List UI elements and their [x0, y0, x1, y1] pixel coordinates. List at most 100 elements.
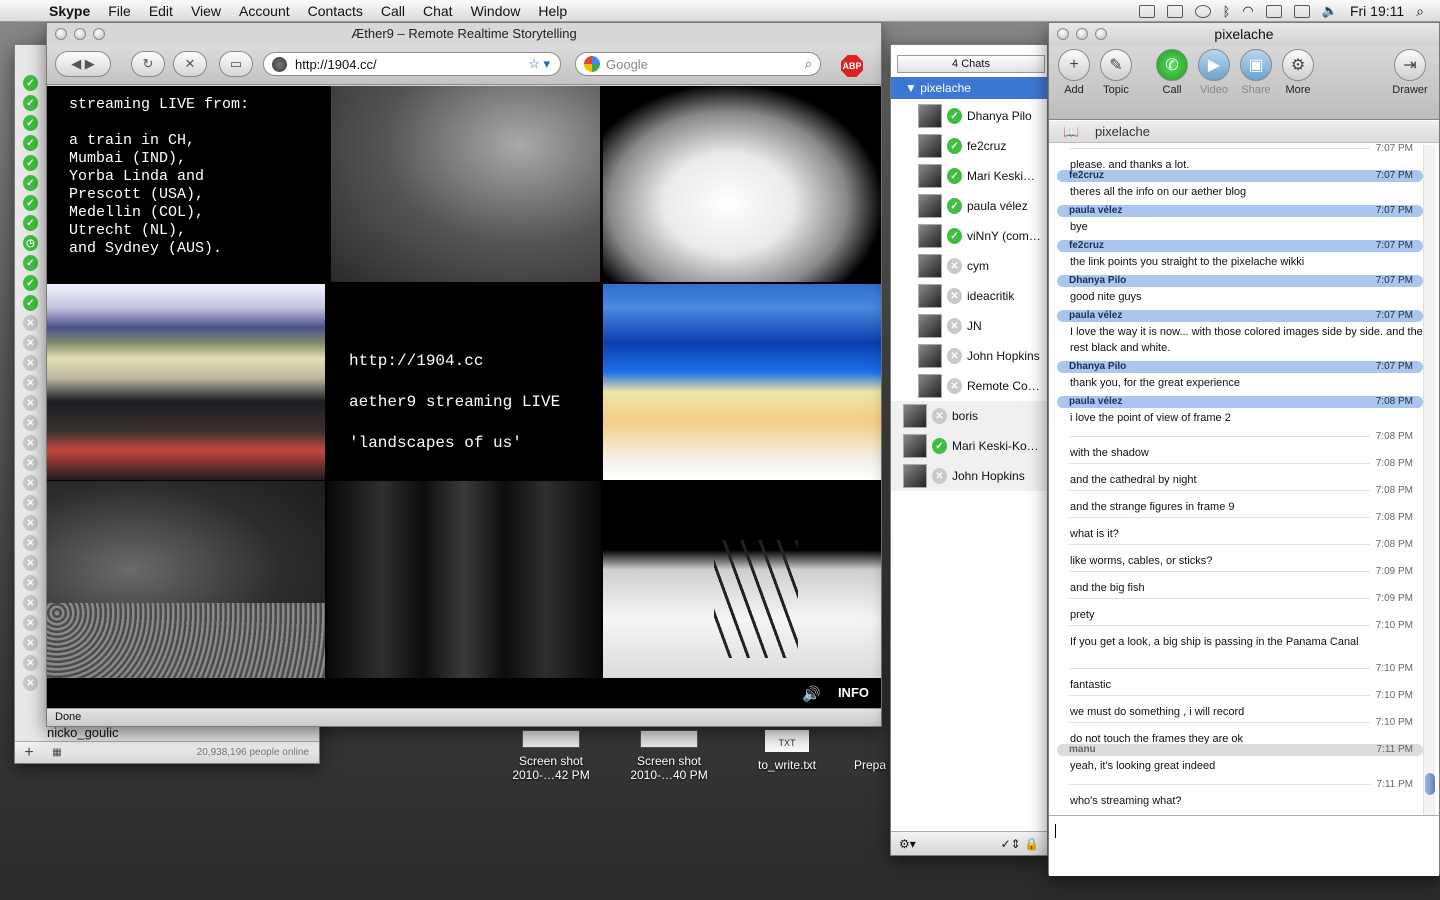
offline-status-icon[interactable]: ✕	[23, 475, 38, 491]
topic-button[interactable]: ✎ Topic	[1093, 49, 1139, 96]
offline-status-icon[interactable]: ✕	[23, 435, 38, 451]
chat-member-row[interactable]: ✓ fe2cruz	[891, 131, 1047, 161]
online-status-icon[interactable]: ✓	[23, 195, 38, 211]
online-status-icon[interactable]: ✓	[23, 95, 38, 111]
message-input[interactable]	[1049, 815, 1439, 876]
desktop-file-screenshot-2[interactable]: Screen shot 2010-…40 PM	[617, 730, 721, 782]
message-scrollbar[interactable]	[1423, 145, 1435, 815]
offline-status-icon[interactable]: ✕	[23, 595, 38, 611]
offline-status-icon[interactable]: ✕	[23, 315, 38, 331]
menu-window[interactable]: Window	[462, 3, 530, 19]
volume-icon[interactable]: 🔈	[1322, 3, 1338, 19]
speaker-icon[interactable]: 🔊	[802, 685, 821, 703]
menu-contacts[interactable]: Contacts	[299, 3, 372, 19]
chat-conversation-row[interactable]: ✕ John Hopkins	[891, 461, 1047, 491]
dialpad-icon[interactable]: ▦	[43, 747, 71, 758]
chat-member-row[interactable]: ✓ viNnY (com…	[891, 221, 1047, 251]
bluetooth-icon[interactable]: ᛒ	[1223, 4, 1231, 19]
offline-status-icon[interactable]: ✕	[23, 495, 38, 511]
bookmark-star-icon[interactable]: ☆ ▾	[528, 56, 550, 72]
adblock-icon[interactable]: ABP	[841, 55, 863, 77]
online-status-icon[interactable]: ✓	[23, 155, 38, 171]
gear-icon[interactable]: ⚙▾	[899, 837, 916, 851]
url-bar[interactable]: http://1904.cc/ ☆ ▾	[263, 52, 561, 76]
chat-member-row[interactable]: ✓ Mari Keski…	[891, 161, 1047, 191]
menu-view[interactable]: View	[182, 3, 230, 19]
online-status-icon[interactable]: ✓	[23, 135, 38, 151]
offline-status-icon[interactable]: ✕	[23, 655, 38, 671]
menu-edit[interactable]: Edit	[140, 3, 182, 19]
menu-app[interactable]: Skype	[40, 3, 99, 19]
online-status-icon[interactable]: ✓	[23, 255, 38, 271]
search-field[interactable]: Google ⌕	[575, 52, 821, 76]
status-menu-icon[interactable]: ✓⇕ 🔒	[1001, 837, 1039, 851]
online-status-icon[interactable]: ✓	[23, 75, 38, 91]
chat-conversation-row[interactable]: ✓ Mari Keski-Ko…	[891, 431, 1047, 461]
chat-conversation-row[interactable]: ✕ boris	[891, 401, 1047, 431]
offline-status-icon[interactable]: ✕	[23, 635, 38, 651]
search-icon[interactable]: ⌕	[805, 56, 812, 72]
minimize-button[interactable]	[1076, 28, 1088, 40]
offline-status-icon[interactable]: ✕	[23, 395, 38, 411]
menu-call[interactable]: Call	[372, 3, 414, 19]
message-author[interactable]: fe2cruz	[1069, 240, 1104, 252]
chat-group-pixelache[interactable]: ▼ pixelache	[891, 77, 1047, 99]
home-button[interactable]: ▭	[219, 51, 253, 77]
call-button[interactable]: ✆ Call	[1149, 49, 1195, 96]
offline-status-icon[interactable]: ✕	[23, 675, 38, 691]
chat-member-row[interactable]: ✓ Dhanya Pilo	[891, 101, 1047, 131]
keyboard-icon[interactable]	[1265, 4, 1282, 18]
contact-name[interactable]: nicko_goulic	[47, 725, 119, 740]
display-icon[interactable]	[1166, 4, 1183, 18]
offline-status-icon[interactable]: ✕	[23, 535, 38, 551]
offline-status-icon[interactable]: ✕	[23, 355, 38, 371]
message-author[interactable]: Dhanya Pilo	[1069, 361, 1126, 373]
menu-account[interactable]: Account	[230, 3, 299, 19]
chat-member-row[interactable]: ✓ paula vélez	[891, 191, 1047, 221]
offline-status-icon[interactable]: ✕	[23, 575, 38, 591]
menu-help[interactable]: Help	[529, 3, 576, 19]
offline-status-icon[interactable]: ✕	[23, 455, 38, 471]
online-status-icon[interactable]: ✓	[23, 175, 38, 191]
chat-member-row[interactable]: ✕ Remote Co…	[891, 371, 1047, 401]
drawer-button[interactable]: ⇥ Drawer	[1387, 49, 1433, 96]
message-author[interactable]: paula vélez	[1069, 310, 1122, 322]
desktop-file-screenshot-1[interactable]: Screen shot 2010-…42 PM	[499, 730, 603, 782]
offline-status-icon[interactable]: ✕	[23, 335, 38, 351]
battery-icon[interactable]	[1293, 4, 1310, 18]
offline-status-icon[interactable]: ✕	[23, 515, 38, 531]
message-author[interactable]: paula vélez	[1069, 205, 1122, 217]
chats-dropdown[interactable]: 4 Chats	[897, 55, 1045, 73]
message-author[interactable]: Dhanya Pilo	[1069, 275, 1126, 287]
chat-member-row[interactable]: ✕ John Hopkins	[891, 341, 1047, 371]
more-button[interactable]: ⚙ More	[1275, 49, 1321, 96]
chat-member-row[interactable]: ✕ ideacritik	[891, 281, 1047, 311]
site-link-text[interactable]: http://1904.cc	[349, 341, 560, 382]
message-author[interactable]: paula vélez	[1069, 396, 1122, 408]
message-author[interactable]: fe2cruz	[1069, 170, 1104, 182]
online-status-icon[interactable]: ✓	[23, 215, 38, 231]
offline-status-icon[interactable]: ✕	[23, 415, 38, 431]
chat-member-row[interactable]: ✕ cym	[891, 251, 1047, 281]
offline-status-icon[interactable]: ✕	[23, 375, 38, 391]
desktop-file-prepa[interactable]: Prepa	[854, 758, 888, 772]
info-button[interactable]: INFO	[838, 685, 869, 700]
away-status-icon[interactable]: ◷	[23, 235, 38, 251]
menu-clock[interactable]: Fri 19:11	[1350, 3, 1404, 19]
stop-button[interactable]: ✕	[173, 51, 207, 77]
spaces-icon[interactable]	[1138, 4, 1155, 18]
menu-chat[interactable]: Chat	[414, 3, 462, 19]
back-forward-buttons[interactable]: ◀ ▶	[55, 51, 111, 77]
scrollbar-thumb[interactable]	[1425, 773, 1435, 795]
time-machine-icon[interactable]	[1194, 4, 1211, 18]
add-button[interactable]: + Add	[1051, 49, 1097, 96]
online-status-icon[interactable]: ✓	[23, 295, 38, 311]
menu-file[interactable]: File	[99, 3, 140, 19]
zoom-button[interactable]	[1095, 28, 1107, 40]
add-contact-button[interactable]: +	[15, 744, 43, 762]
close-button[interactable]	[1057, 28, 1069, 40]
wifi-icon[interactable]: ◠	[1242, 3, 1253, 19]
video-button[interactable]: ▶ Video	[1191, 49, 1237, 96]
offline-status-icon[interactable]: ✕	[23, 555, 38, 571]
share-button[interactable]: ▣ Share	[1233, 49, 1279, 96]
